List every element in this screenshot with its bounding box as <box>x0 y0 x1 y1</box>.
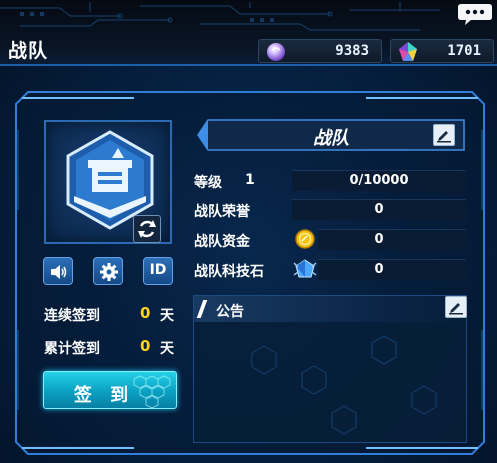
resource-crystal[interactable]: 1701 <box>390 39 494 63</box>
refresh-icon <box>138 220 156 238</box>
level-value: 1 <box>245 172 255 188</box>
resource-purple-orb[interactable]: 9383 <box>258 39 382 63</box>
consecutive-checkin-value: 0 <box>140 304 151 322</box>
team-tech-stone-label: 战队科技石 <box>194 264 264 280</box>
consecutive-checkin-label: 连续签到 <box>44 308 100 324</box>
rainbow-crystal-icon <box>399 42 417 61</box>
team-screen: 战队 9383 1701 ID 连续签到 0 天 累计签到 0 天 签 到 战队… <box>0 0 497 463</box>
notice-header: 公告 <box>194 296 468 322</box>
edit-team-name-button[interactable] <box>433 124 455 146</box>
sign-in-button[interactable]: 签 到 <box>43 371 177 409</box>
level-exp-text: 0/10000 <box>349 173 409 188</box>
gear-icon <box>100 263 118 281</box>
total-checkin-label: 累计签到 <box>44 341 100 357</box>
top-bar: 战队 9383 1701 <box>0 0 497 66</box>
hex-background-decoration <box>251 335 437 435</box>
notice-title: 公告 <box>216 304 244 320</box>
team-honor-value: 0 <box>374 202 384 217</box>
refresh-emblem-button[interactable] <box>133 215 161 243</box>
total-checkin-unit: 天 <box>160 341 174 357</box>
pencil-icon <box>449 303 463 315</box>
purple-orb-icon <box>267 43 285 61</box>
pencil-icon <box>437 131 451 143</box>
consecutive-checkin-unit: 天 <box>160 308 174 324</box>
edit-notice-button[interactable] <box>445 296 467 318</box>
sign-in-label: 签 到 <box>73 385 135 406</box>
id-button[interactable]: ID <box>143 257 173 285</box>
team-tech-stone-value: 0 <box>374 262 384 277</box>
notice-slash-decoration <box>196 300 208 318</box>
chat-button[interactable] <box>457 2 493 26</box>
team-funds-value: 0 <box>374 232 384 247</box>
sound-button[interactable] <box>43 257 73 285</box>
notice-panel[interactable]: 公告 <box>193 295 468 443</box>
team-emblem-frame[interactable] <box>44 120 172 244</box>
team-name: 战队 <box>313 128 349 149</box>
chat-bubble-icon <box>458 4 492 25</box>
speaker-icon <box>51 265 67 279</box>
crystal-value: 1701 <box>447 43 481 59</box>
total-checkin-value: 0 <box>140 337 151 355</box>
id-button-label: ID <box>149 262 167 278</box>
page-title: 战队 <box>8 40 49 62</box>
team-funds-label: 战队资金 <box>194 234 250 250</box>
team-honor-label: 战队荣誉 <box>194 204 250 220</box>
settings-button[interactable] <box>93 257 123 285</box>
level-label: 等级 <box>194 175 222 191</box>
purple-orb-value: 9383 <box>335 43 369 59</box>
